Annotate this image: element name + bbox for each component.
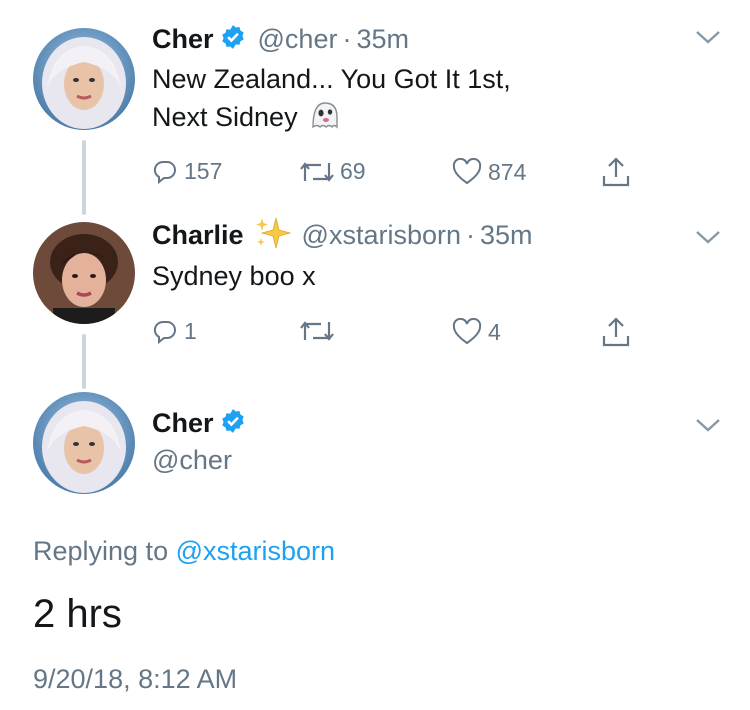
- avatar-charlie-image: [33, 222, 135, 324]
- avatar-cher[interactable]: [33, 28, 135, 130]
- chevron-down-icon[interactable]: [694, 416, 722, 439]
- retweet-button[interactable]: 69: [298, 158, 366, 185]
- ghost-emoji-icon: [308, 99, 340, 136]
- avatar-charlie[interactable]: [33, 222, 135, 324]
- tweet-time[interactable]: 35m: [356, 24, 409, 55]
- heart-icon: [452, 318, 482, 345]
- user-name[interactable]: Cher: [152, 24, 214, 55]
- replying-to-handle-link[interactable]: @xstarisborn: [176, 536, 335, 566]
- separator-dot: ·: [342, 23, 352, 54]
- tweet-text: Next Sidney: [152, 102, 298, 132]
- main-tweet-name-row: Cher: [152, 406, 246, 440]
- user-name[interactable]: Cher: [152, 408, 214, 439]
- like-button[interactable]: 874: [452, 158, 526, 186]
- retweet-count: 69: [340, 158, 366, 184]
- user-name[interactable]: Charlie: [152, 220, 244, 251]
- like-count: 4: [488, 318, 501, 345]
- separator-dot: ·: [466, 219, 476, 250]
- retweet-button[interactable]: [298, 318, 340, 344]
- retweet-icon: [300, 161, 334, 182]
- thread-line: [82, 140, 86, 215]
- tweet-text-line-2: Next Sidney: [152, 98, 340, 136]
- reply-count: 157: [184, 158, 223, 184]
- reply-button[interactable]: 1: [152, 318, 197, 345]
- chevron-down-icon[interactable]: [694, 228, 722, 251]
- share-button[interactable]: [600, 156, 632, 188]
- tweet-text: Sydney boo x: [152, 261, 316, 291]
- reply-icon: [153, 320, 176, 344]
- reply-count: 1: [184, 318, 197, 344]
- avatar-cher-image: [33, 28, 135, 130]
- like-button[interactable]: 4: [452, 318, 501, 346]
- verified-badge-icon: [220, 408, 246, 439]
- chevron-down-icon[interactable]: [694, 28, 722, 51]
- avatar-cher-image: [33, 392, 135, 494]
- avatar-cher[interactable]: [33, 392, 135, 494]
- share-icon: [602, 317, 630, 347]
- tweet-time[interactable]: 35m: [480, 220, 533, 251]
- retweet-icon: [300, 321, 334, 341]
- reply-button[interactable]: 157: [152, 158, 222, 185]
- tweet-header: Charlie @xstarisborn · 35m: [152, 216, 533, 255]
- user-handle[interactable]: @cher: [258, 24, 338, 55]
- reply-icon: [153, 160, 176, 184]
- tweet-text-line: New Zealand... You Got It 1st,: [152, 64, 511, 94]
- replying-to: Replying to @xstarisborn: [33, 536, 335, 567]
- tweet-header: Cher @cher · 35m: [152, 22, 409, 56]
- user-handle[interactable]: @xstarisborn: [302, 220, 461, 251]
- heart-icon: [452, 158, 482, 185]
- share-icon: [602, 157, 630, 187]
- tweet-timestamp[interactable]: 9/20/18, 8:12 AM: [33, 664, 237, 695]
- verified-badge-icon: [220, 24, 246, 55]
- sparkles-icon: [254, 216, 292, 255]
- like-count: 874: [488, 158, 527, 185]
- main-tweet-text: 2 hrs: [33, 592, 122, 636]
- user-handle[interactable]: @cher: [152, 445, 232, 476]
- share-button[interactable]: [600, 316, 632, 348]
- thread-line: [82, 334, 86, 389]
- replying-to-label: Replying to: [33, 536, 169, 566]
